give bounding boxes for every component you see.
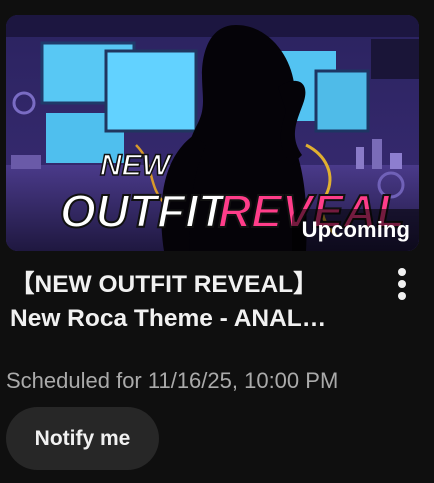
scheduled-time: Scheduled for 11/16/25, 10:00 PM [6, 368, 339, 393]
video-title-line-2: New Roca Theme - ANAL… [10, 305, 327, 332]
notify-me-button[interactable]: Notify me [6, 407, 159, 470]
video-card: NEW OUTFIT REVEAL Upcoming 【NEW OUTFIT R… [0, 0, 434, 483]
video-title[interactable]: 【NEW OUTFIT REVEAL】 New Roca Theme - ANA… [10, 268, 370, 336]
thumbnail-text-new: NEW [100, 149, 173, 182]
more-options-button[interactable] [386, 264, 418, 304]
more-vert-icon [398, 268, 406, 300]
thumbnail-text-outfit: OUTFIT [60, 185, 230, 237]
video-thumbnail[interactable]: NEW OUTFIT REVEAL Upcoming [6, 15, 419, 251]
upcoming-badge: Upcoming [291, 209, 419, 251]
video-title-line-1: 【NEW OUTFIT REVEAL】 [10, 271, 318, 298]
